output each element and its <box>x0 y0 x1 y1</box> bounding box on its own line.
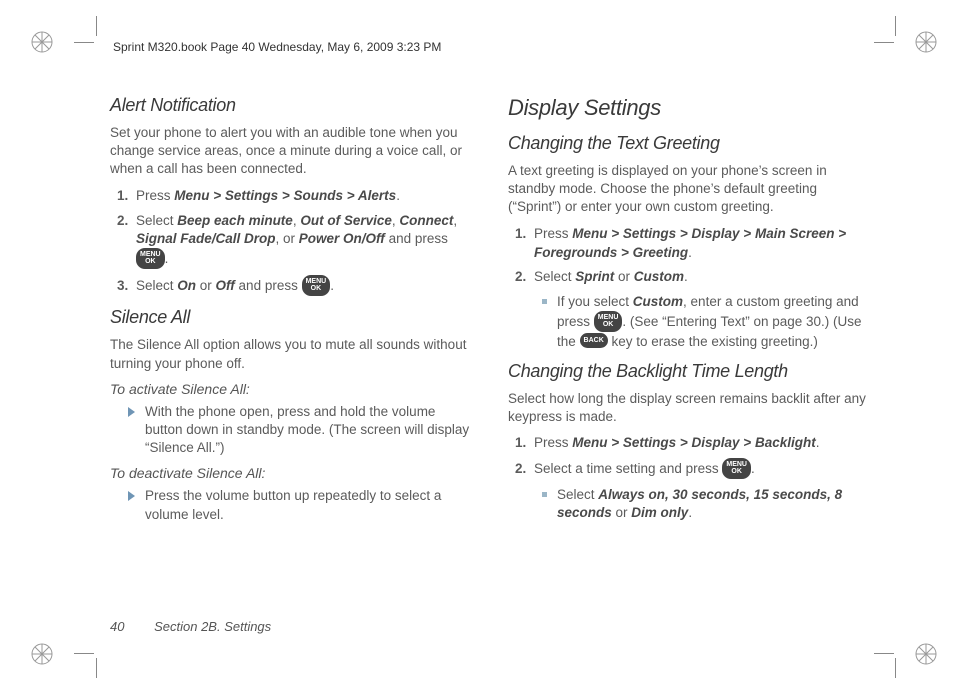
silence-activate-bullet: With the phone open, press and hold the … <box>128 403 472 458</box>
alert-body: Set your phone to alert you with an audi… <box>110 124 472 179</box>
menu-ok-key-icon: MENUOK <box>136 248 165 269</box>
page-footer: 40 Section 2B. Settings <box>110 619 271 634</box>
heading-alert-notification: Alert Notification <box>110 95 472 116</box>
crop-mark <box>874 653 894 654</box>
menu-ok-key-icon: MENUOK <box>594 311 623 332</box>
crop-star-icon <box>30 30 54 54</box>
backlight-step-1: Press Menu > Settings > Display > Backli… <box>530 434 870 453</box>
backlight-sub-bullet: Select Always on, 30 seconds, 15 seconds… <box>542 486 870 522</box>
section-label: Section 2B. Settings <box>154 619 271 634</box>
crop-mark <box>74 653 94 654</box>
greeting-sub-bullet: If you select Custom, enter a custom gre… <box>542 293 870 350</box>
alert-step-2: Select Beep each minute, Out of Service,… <box>132 212 472 271</box>
left-column: Alert Notification Set your phone to ale… <box>110 95 472 530</box>
crop-mark <box>895 16 896 36</box>
heading-text-greeting: Changing the Text Greeting <box>508 133 870 154</box>
triangle-bullet-icon <box>128 491 135 501</box>
heading-display-settings: Display Settings <box>508 95 870 121</box>
crop-star-icon <box>30 642 54 666</box>
greeting-step-1: Press Menu > Settings > Display > Main S… <box>530 225 870 263</box>
framemaker-tag: Sprint M320.book Page 40 Wednesday, May … <box>113 40 441 54</box>
alert-step-3: Select On or Off and press MENUOK. <box>132 276 472 297</box>
crop-mark <box>96 16 97 36</box>
backlight-step-2: Select a time setting and press MENUOK. <box>530 459 870 480</box>
back-key-icon: BACK <box>580 333 608 348</box>
crop-star-icon <box>914 642 938 666</box>
greeting-step-2: Select Sprint or Custom. <box>530 268 870 287</box>
backlight-body: Select how long the display screen remai… <box>508 390 870 426</box>
crop-mark <box>96 658 97 678</box>
alert-step-1: Press Menu > Settings > Sounds > Alerts. <box>132 187 472 206</box>
heading-backlight: Changing the Backlight Time Length <box>508 361 870 382</box>
square-bullet-icon <box>542 299 547 304</box>
square-bullet-icon <box>542 492 547 497</box>
silence-deactivate-heading: To deactivate Silence All: <box>110 465 472 481</box>
silence-activate-heading: To activate Silence All: <box>110 381 472 397</box>
crop-mark <box>74 42 94 43</box>
greeting-body: A text greeting is displayed on your pho… <box>508 162 870 217</box>
crop-mark <box>874 42 894 43</box>
menu-ok-key-icon: MENUOK <box>302 275 331 296</box>
heading-silence-all: Silence All <box>110 307 472 328</box>
right-column: Display Settings Changing the Text Greet… <box>508 95 870 530</box>
crop-star-icon <box>914 30 938 54</box>
silence-body: The Silence All option allows you to mut… <box>110 336 472 372</box>
crop-mark <box>895 658 896 678</box>
menu-ok-key-icon: MENUOK <box>722 458 751 479</box>
page-number: 40 <box>110 619 124 634</box>
triangle-bullet-icon <box>128 407 135 417</box>
silence-deactivate-bullet: Press the volume button up repeatedly to… <box>128 487 472 523</box>
